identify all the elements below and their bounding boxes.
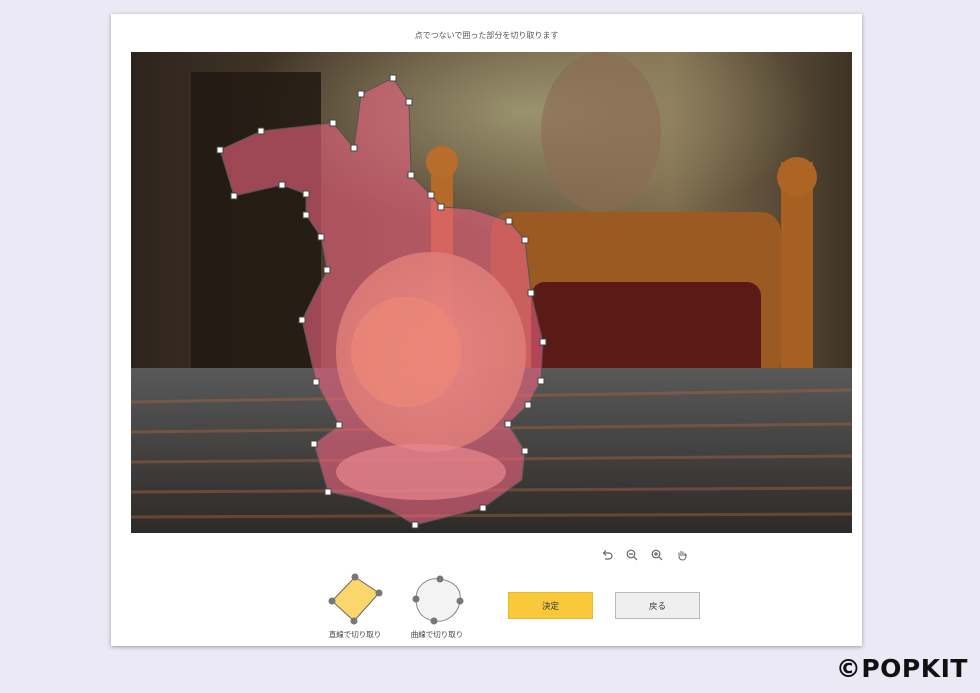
straight-crop-label: 直線で切り取り	[328, 630, 382, 639]
handle	[389, 74, 397, 82]
handle	[310, 440, 318, 448]
handle	[411, 521, 419, 529]
copyright-watermark: ©POPKIT	[835, 654, 968, 683]
zoom-out-icon	[626, 549, 638, 561]
handle	[527, 289, 535, 297]
straight-crop-icon	[328, 573, 383, 625]
curve-crop-mode[interactable]: 曲線で切り取り	[399, 567, 475, 640]
chair-knob-left	[426, 146, 458, 178]
handle	[504, 420, 512, 428]
back-button[interactable]: 戻る	[615, 592, 700, 619]
handle	[317, 233, 325, 241]
handle	[257, 127, 265, 135]
handle	[505, 217, 513, 225]
handle	[437, 203, 445, 211]
handle	[524, 401, 532, 409]
person-blur	[541, 52, 661, 212]
handle	[427, 191, 435, 199]
hand-pan-icon	[678, 551, 687, 561]
curve-crop-icon	[412, 575, 464, 625]
handle	[230, 192, 238, 200]
handle	[298, 316, 306, 324]
handle	[407, 171, 415, 179]
photo-canvas[interactable]	[131, 52, 852, 533]
handle	[479, 504, 487, 512]
pan-button[interactable]	[674, 547, 690, 563]
curtain-shadow	[191, 72, 321, 372]
handle	[521, 236, 529, 244]
undo-icon	[602, 550, 613, 560]
handle	[521, 447, 529, 455]
confirm-button[interactable]: 決定	[508, 592, 593, 619]
handle	[350, 144, 358, 152]
handle	[405, 98, 413, 106]
handle	[278, 181, 286, 189]
handle	[357, 90, 365, 98]
handle	[335, 421, 343, 429]
handle	[324, 488, 332, 496]
handle	[539, 338, 547, 346]
zoom-in-button[interactable]	[649, 547, 665, 563]
handle	[312, 378, 320, 386]
handle	[537, 377, 545, 385]
zoom-toolbar	[599, 547, 690, 563]
curve-crop-label: 曲線で切り取り	[410, 630, 464, 639]
handle	[216, 146, 224, 154]
zoom-out-button[interactable]	[624, 547, 640, 563]
handle	[323, 266, 331, 274]
crop-editor-panel: 点でつないで囲った部分を切り取ります 直線で切り取り 曲線で切り取り 決定 戻る	[111, 14, 862, 646]
instruction-text: 点でつないで囲った部分を切り取ります	[414, 31, 559, 40]
straight-crop-mode[interactable]: 直線で切り取り	[317, 567, 393, 640]
zoom-in-icon	[651, 549, 663, 561]
chair-knob-right	[777, 157, 817, 197]
handle	[302, 190, 310, 198]
handle	[302, 211, 310, 219]
handle	[329, 119, 337, 127]
undo-button[interactable]	[599, 547, 615, 563]
